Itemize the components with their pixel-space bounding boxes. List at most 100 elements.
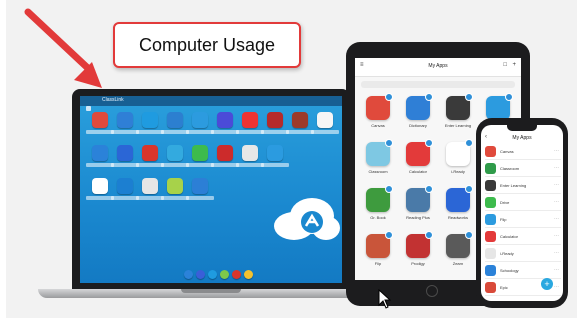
laptop-app-tile[interactable]	[211, 145, 239, 171]
phone-app-label: Enter Learning	[500, 183, 527, 188]
laptop-app-tile[interactable]	[261, 145, 289, 171]
laptop-app-icon	[292, 112, 308, 128]
tablet-app-icon	[366, 139, 393, 166]
laptop-app-tile[interactable]	[111, 145, 139, 171]
more-options-icon[interactable]: ⋯	[554, 216, 559, 222]
phone-app-label: i-Ready	[500, 251, 514, 256]
laptop-app-tile[interactable]	[161, 145, 189, 171]
laptop-app-label	[86, 130, 114, 134]
phone-app-icon	[485, 248, 496, 259]
tablet-app-tile[interactable]: Readworks	[441, 185, 475, 232]
tablet-app-tile[interactable]: i-Ready	[441, 139, 475, 186]
tablet-app-tile[interactable]: Canvas	[361, 93, 395, 140]
dock-app-icon[interactable]	[184, 270, 193, 279]
phone-app-icon	[485, 146, 496, 157]
laptop-app-icon	[267, 145, 283, 161]
more-options-icon[interactable]: ⋯	[554, 148, 559, 154]
laptop-app-tile[interactable]	[136, 145, 164, 171]
laptop-app-label	[186, 163, 214, 167]
laptop-app-tile[interactable]	[236, 112, 264, 138]
phone-app-row[interactable]: Drive ⋯	[485, 196, 561, 211]
tablet-app-icon	[406, 139, 433, 166]
laptop-app-label	[111, 196, 139, 200]
laptop-app-label	[186, 196, 214, 200]
dock-app-icon[interactable]	[232, 270, 241, 279]
laptop-app-label	[136, 196, 164, 200]
tablet-app-icon	[406, 185, 433, 212]
tablet-app-tile[interactable]: Gr. Book	[361, 185, 395, 232]
phone-add-button[interactable]: +	[541, 278, 553, 290]
tablet-app-icon	[486, 93, 513, 120]
phone-app-row[interactable]: Classroom ⋯	[485, 162, 561, 177]
tablet-app-tile[interactable]: Calculator	[401, 139, 435, 186]
laptop-app-icon	[92, 145, 108, 161]
laptop-app-tile[interactable]	[186, 112, 214, 138]
phone-app-icon	[485, 197, 496, 208]
laptop-app-tile[interactable]	[286, 112, 314, 138]
cloud-logo-icon	[274, 198, 340, 240]
laptop-app-icon	[142, 145, 158, 161]
more-options-icon[interactable]: ⋯	[554, 284, 559, 290]
phone-app-label: Canvas	[500, 149, 514, 154]
tablet-add-icon[interactable]: +	[512, 62, 516, 68]
laptop-app-tile[interactable]	[161, 178, 189, 204]
laptop-app-label	[111, 130, 139, 134]
phone-app-row[interactable]: Canvas ⋯	[485, 145, 561, 160]
tablet-app-tile[interactable]: Dictionary	[401, 93, 435, 140]
laptop-app-tile[interactable]	[86, 145, 114, 171]
more-options-icon[interactable]: ⋯	[554, 199, 559, 205]
more-options-icon[interactable]: ⋯	[554, 182, 559, 188]
tablet-home-button[interactable]	[426, 285, 438, 297]
more-options-icon[interactable]: ⋯	[554, 267, 559, 273]
phone-app-row[interactable]: Enter Learning ⋯	[485, 179, 561, 194]
tablet-app-tile[interactable]: Flip	[361, 231, 395, 278]
more-options-icon[interactable]: ⋯	[554, 250, 559, 256]
laptop-app-label	[236, 130, 264, 134]
laptop-app-icon	[192, 178, 208, 194]
tablet-app-tile[interactable]: Classroom	[361, 139, 395, 186]
tablet-search-bar[interactable]	[361, 81, 515, 88]
laptop-app-tile[interactable]	[136, 112, 164, 138]
tablet-grid-icon[interactable]: □	[503, 62, 507, 68]
phone-app-icon	[485, 265, 496, 276]
laptop-app-label	[261, 163, 289, 167]
laptop-app-label	[311, 130, 339, 134]
laptop-dock	[184, 266, 270, 279]
tablet-app-icon	[446, 139, 473, 166]
dock-app-icon[interactable]	[208, 270, 217, 279]
tablet-app-tile[interactable]: Enter Learning	[441, 93, 475, 140]
laptop-app-tile[interactable]	[261, 112, 289, 138]
tablet-app-label: Canvas	[371, 123, 385, 128]
tablet-app-label: Zearn	[452, 261, 464, 266]
dock-app-icon[interactable]	[196, 270, 205, 279]
laptop-app-tile[interactable]	[136, 178, 164, 204]
laptop-app-tile[interactable]	[111, 112, 139, 138]
tablet-app-tile[interactable]: Prodigy	[401, 231, 435, 278]
laptop-app-tile[interactable]	[186, 145, 214, 171]
laptop-app-tile[interactable]	[311, 112, 339, 138]
tablet-app-label: Gr. Book	[370, 215, 386, 220]
laptop-app-tile[interactable]	[86, 112, 114, 138]
mouse-cursor-icon	[378, 289, 392, 309]
more-options-icon[interactable]: ⋯	[554, 165, 559, 171]
laptop-app-icon	[92, 112, 108, 128]
laptop-app-tile[interactable]	[211, 112, 239, 138]
dock-app-icon[interactable]	[244, 270, 253, 279]
laptop-app-tile[interactable]	[236, 145, 264, 171]
laptop-app-tile[interactable]	[111, 178, 139, 204]
more-options-icon[interactable]: ⋯	[554, 233, 559, 239]
dock-app-icon[interactable]	[220, 270, 229, 279]
phone-app-row[interactable]: Flip ⋯	[485, 213, 561, 228]
tablet-app-tile[interactable]: Reading Plus	[401, 185, 435, 232]
computer-usage-callout: Computer Usage	[113, 22, 301, 68]
laptop-app-label	[161, 163, 189, 167]
tablet-app-icon	[406, 231, 433, 258]
laptop-app-tile[interactable]	[86, 178, 114, 204]
phone-app-row[interactable]: Calculator ⋯	[485, 230, 561, 245]
laptop-app-tile[interactable]	[161, 112, 189, 138]
tablet-app-tile[interactable]: Zearn	[441, 231, 475, 278]
laptop-app-tile[interactable]	[186, 178, 214, 204]
phone-app-row[interactable]: Schoology ⋯	[485, 264, 561, 279]
phone-app-icon	[485, 214, 496, 225]
phone-app-row[interactable]: i-Ready ⋯	[485, 247, 561, 262]
